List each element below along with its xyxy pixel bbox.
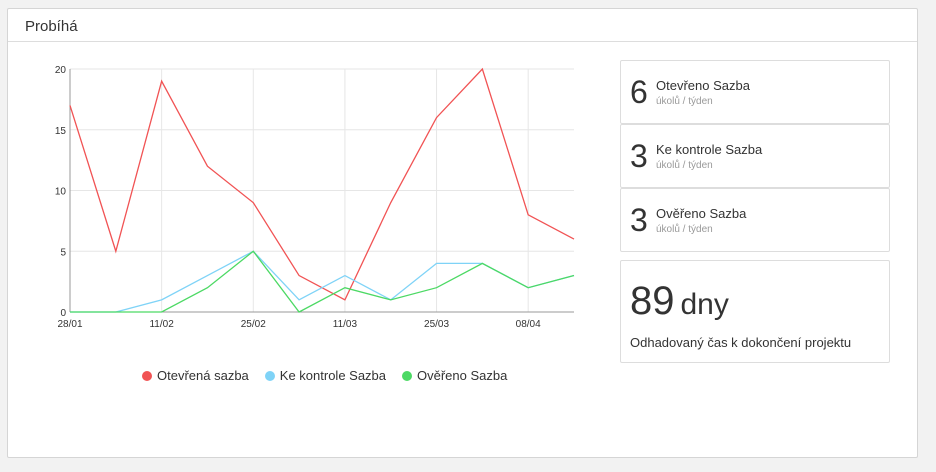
series-line-1 (70, 250, 575, 313)
series-line-0 (69, 67, 575, 301)
estimate-unit: dny (680, 288, 729, 321)
legend-item-verified[interactable]: Ověřeno Sazba (402, 368, 507, 383)
estimate-label: Odhadovaný čas k dokončení projektu (630, 335, 852, 350)
stat-card-review: 3 Ke kontrole Sazba úkolů / týden (620, 124, 890, 188)
progress-panel: Probíhá 0 5 10 15 20 28/01 11/02 25/02 11/03 25/0… (7, 8, 918, 458)
stat-value: 3 (630, 138, 648, 174)
stat-sub: úkolů / týden (656, 224, 713, 235)
y-tick-label: 5 (60, 247, 66, 258)
legend-dot-verified (402, 370, 413, 381)
legend-label-open: Otevřená sazba (157, 368, 249, 383)
x-tick-label: 25/03 (424, 319, 449, 330)
panel-title: Probíhá (25, 18, 78, 35)
x-tick-label: 11/02 (149, 319, 174, 330)
legend-label-verified: Ověřeno Sazba (417, 368, 508, 383)
stat-value: 6 (630, 74, 648, 110)
stat-sub: úkolů / týden (656, 160, 713, 171)
legend-item-open[interactable]: Otevřená sazba (142, 368, 249, 383)
panel-header: Probíhá (8, 9, 917, 42)
stat-sub: úkolů / týden (656, 96, 713, 107)
stat-label: Ověřeno Sazba (656, 206, 747, 221)
x-tick-label: 25/02 (241, 319, 266, 330)
estimate-number: 89 (630, 279, 675, 323)
x-tick-label: 28/01 (57, 319, 82, 330)
chart-legend: Otevřená sazba Ke kontrole Sazba Ověřeno… (142, 368, 507, 383)
y-tick-label: 15 (55, 126, 67, 137)
stat-card-verified: 3 Ověřeno Sazba úkolů / týden (620, 188, 890, 252)
y-tick-label: 0 (60, 308, 66, 319)
y-tick-label: 20 (55, 65, 67, 76)
stat-label: Ke kontrole Sazba (656, 142, 763, 157)
legend-label-review: Ke kontrole Sazba (279, 368, 387, 383)
x-tick-label: 11/03 (333, 319, 358, 330)
estimate-card: 89 dny Odhadovaný čas k dokončení projekt… (620, 260, 890, 363)
legend-item-review[interactable]: Ke kontrole Sazba (264, 368, 387, 383)
estimate-value: 89 dny (630, 279, 729, 324)
legend-dot-review (264, 370, 275, 381)
y-tick-label: 10 (55, 187, 67, 198)
line-chart: 0 5 10 15 20 28/01 11/02 25/02 11/03 25/03 08/04 (55, 65, 575, 330)
stat-label: Otevřeno Sazba (656, 78, 750, 93)
series-line-2 (70, 250, 575, 313)
legend-dot-open (142, 370, 152, 381)
x-tick-label: 08/04 (516, 319, 541, 330)
stat-value: 3 (630, 202, 648, 238)
stat-card-open: 6 Otevřeno Sazba úkolů / týden (620, 60, 890, 124)
